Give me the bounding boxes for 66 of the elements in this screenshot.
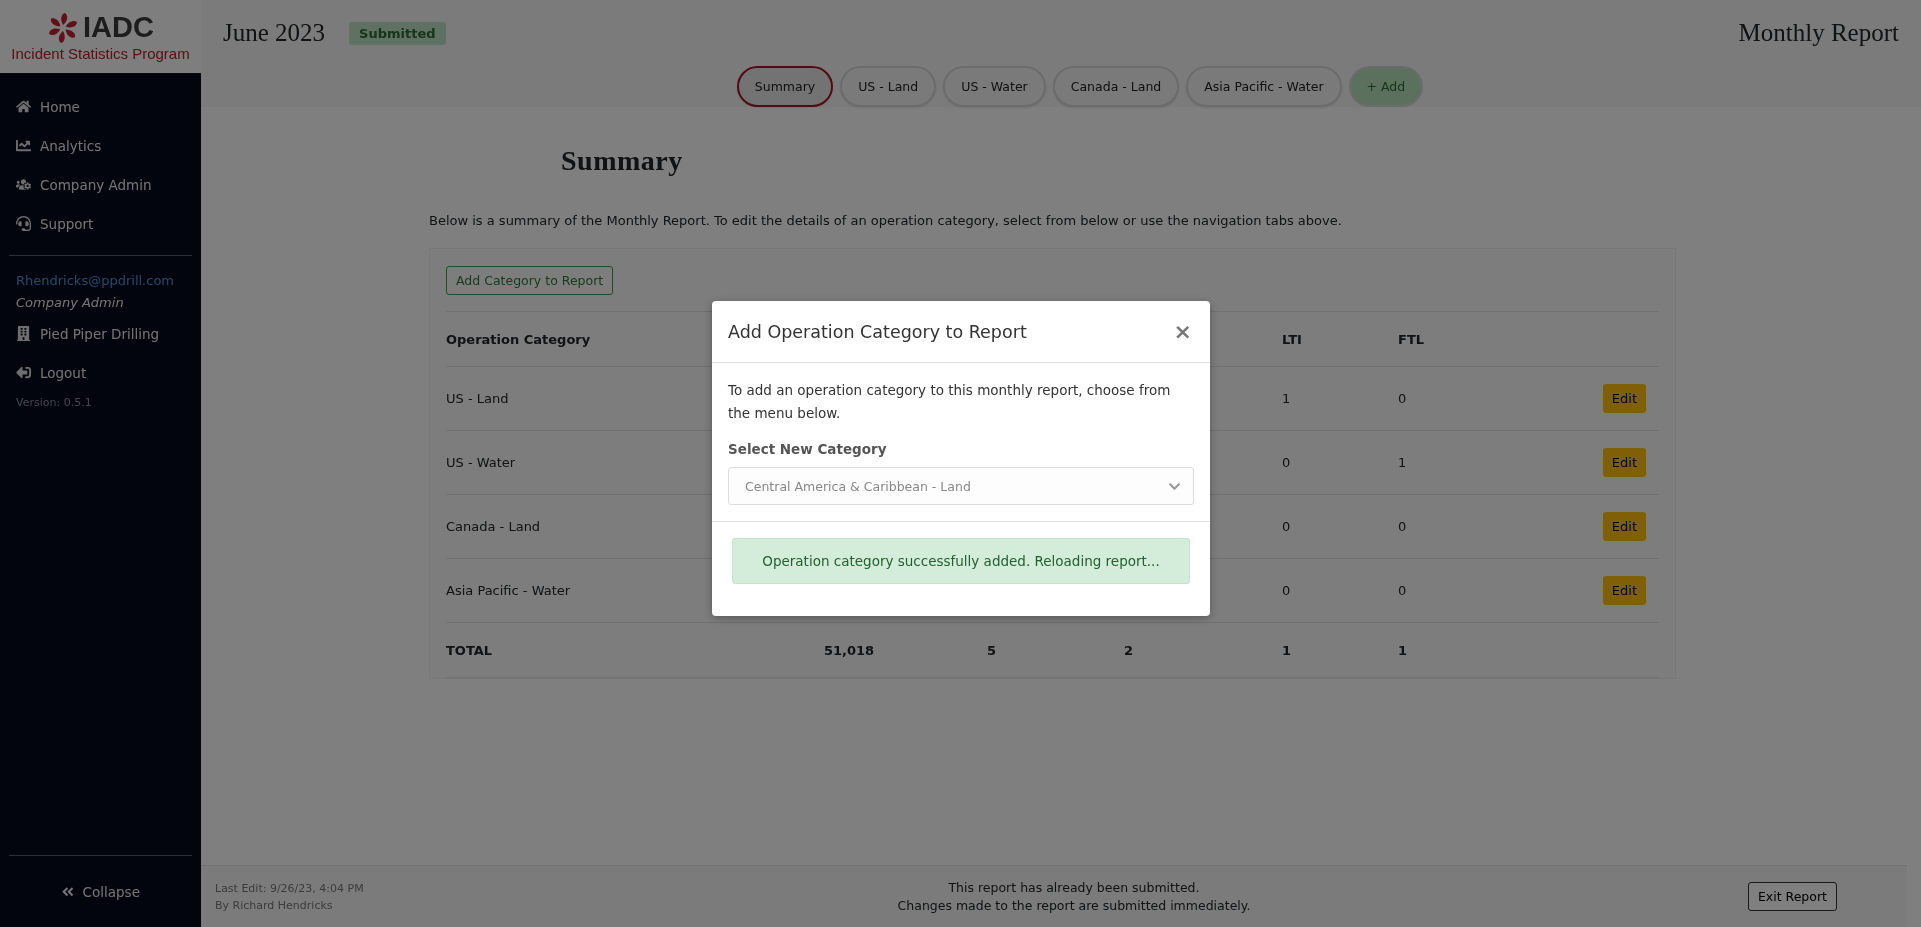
editor-name: By Richard Hendricks [215, 898, 334, 912]
company-link[interactable]: Pied Piper Drilling [16, 314, 185, 353]
user-email: Rhendricks@ppdrill.com [16, 272, 175, 290]
table-cell: 2 [1124, 642, 1134, 658]
report-tab[interactable]: Asia Pacific - Water [1186, 66, 1342, 107]
table-cell: 0 [1282, 519, 1291, 534]
section-title: Summary [561, 145, 684, 177]
edit-button[interactable]: Edit [1602, 384, 1646, 413]
table-cell: 1 [1398, 455, 1407, 470]
table-cell: TOTAL [446, 642, 493, 658]
report-tab[interactable]: US - Land [840, 66, 937, 107]
notice-text: This report has already been submitted. [948, 880, 1200, 895]
logout-link[interactable]: Logout [16, 353, 185, 392]
collapse-button[interactable]: Collapse [55, 882, 146, 901]
users-gear-icon [16, 177, 31, 192]
logo-name: IADC [83, 13, 154, 42]
report-tab[interactable]: Canada - Land [1052, 66, 1180, 107]
table-cell: 1 [1282, 391, 1291, 406]
home-icon [16, 99, 31, 114]
headset-icon [16, 216, 31, 231]
building-icon [16, 326, 31, 341]
table-cell: Canada - Land [446, 519, 541, 534]
modal-text: To add an operation category to this monthly report, choose from the menu below. [728, 381, 1172, 423]
table-cell: 51,018 [824, 642, 875, 658]
add-tab-button[interactable]: + Add [1348, 66, 1424, 107]
modal-title: Add Operation Category to Report [728, 321, 1027, 342]
table-cell: 0 [1282, 455, 1291, 470]
column-header: FTL [1398, 331, 1425, 347]
column-header: LTI [1282, 331, 1302, 347]
report-tab[interactable]: US - Water [943, 66, 1046, 107]
notice-text: Changes made to the report are submitted immediately. [897, 898, 1251, 913]
table-cell: 0 [1282, 583, 1291, 598]
close-button[interactable]: × [1171, 320, 1194, 343]
nav-item[interactable]: Company Admin [16, 165, 185, 204]
table-cell: 1 [1398, 642, 1408, 658]
success-alert: Operation category successfully added. Reloading report... [732, 538, 1190, 584]
edit-button[interactable]: Edit [1602, 512, 1646, 541]
field-label: Select New Category [728, 441, 888, 457]
table-cell: 1 [1282, 642, 1292, 658]
version-text: Version: 0.5.1 [15, 395, 93, 411]
exit-report-button[interactable]: Exit Report [1747, 882, 1837, 911]
last-edit-text: Last Edit: 9/26/23, 4:04 PM [215, 881, 365, 895]
line-chart-icon [16, 138, 31, 153]
nav-item[interactable]: Support [16, 204, 185, 243]
table-cell: US - Water [446, 455, 516, 470]
nav-item[interactable]: Analytics [16, 126, 185, 165]
table-cell: US - Land [446, 391, 509, 406]
user-role: Company Admin [16, 294, 125, 312]
table-cell: 0 [1398, 519, 1407, 534]
table-cell: 0 [1398, 391, 1407, 406]
report-period: June 2023 [223, 19, 326, 47]
logout-icon [16, 365, 31, 380]
pinwheel-logo-icon [47, 11, 80, 44]
nav-item[interactable]: Home [16, 87, 185, 126]
section-description: Below is a summary of the Monthly Report. To edit the details of an operation category, select from below or use the navigation tabs above. [429, 213, 1343, 228]
column-header: Operation Category [446, 331, 591, 347]
status-badge: Submitted [349, 21, 446, 45]
edit-button[interactable]: Edit [1602, 448, 1646, 477]
table-cell: Asia Pacific - Water [446, 583, 571, 598]
logo-subtitle: Incident Statistics Program [11, 44, 190, 62]
report-tab[interactable]: Summary [736, 66, 834, 107]
page-title: Monthly Report [1738, 19, 1899, 47]
table-cell: 0 [1398, 583, 1407, 598]
edit-button[interactable]: Edit [1602, 576, 1646, 605]
table-cell: 5 [987, 642, 997, 658]
add-category-button[interactable]: Add Category to Report [446, 265, 614, 295]
